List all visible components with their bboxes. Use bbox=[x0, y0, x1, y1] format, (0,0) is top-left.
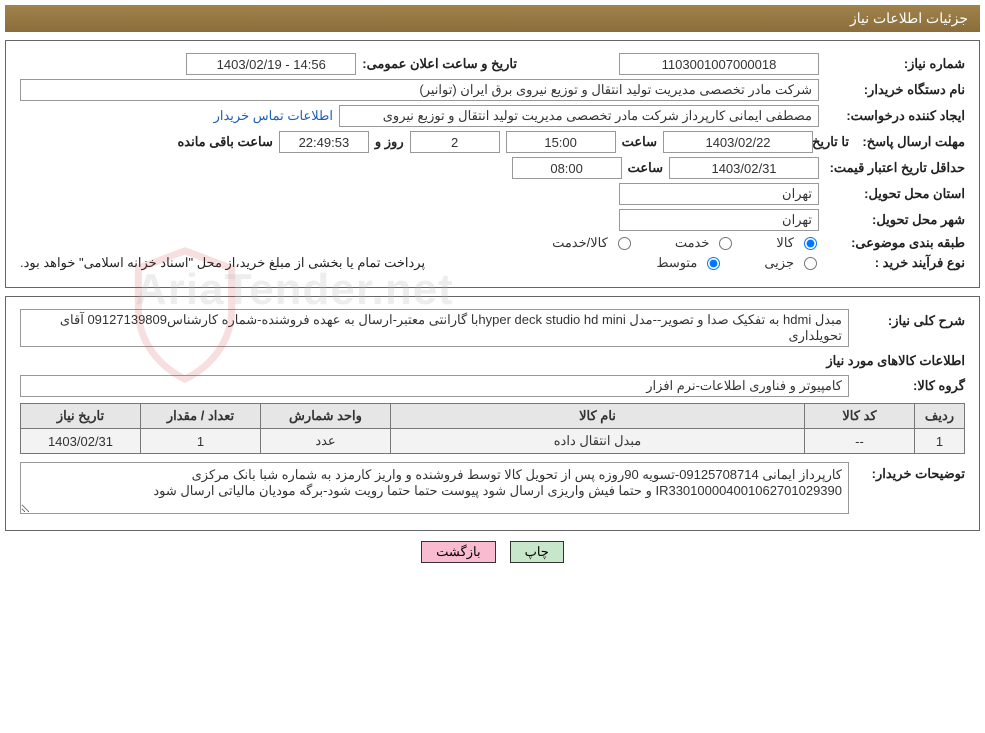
contact-link[interactable]: اطلاعات تماس خریدار bbox=[214, 108, 333, 124]
announce-label: تاریخ و ساعت اعلان عمومی: bbox=[362, 56, 517, 72]
deadline-label: مهلت ارسال پاسخ: bbox=[855, 134, 965, 150]
proc-medium-label: متوسط bbox=[656, 255, 697, 271]
buyer-desc: کارپرداز ایمانی 09125708714-تسویه 90روزه… bbox=[20, 462, 849, 514]
validity-label: حداقل تاریخ اعتبار قیمت: bbox=[825, 160, 965, 176]
payment-note: پرداخت تمام یا بخشی از مبلغ خرید،از محل … bbox=[20, 255, 425, 271]
subject: مبدل hdmi به تفکیک صدا و تصویر--مدل hype… bbox=[20, 309, 849, 347]
cell-code: -- bbox=[805, 429, 915, 454]
cell-row: 1 bbox=[915, 429, 965, 454]
cell-date: 1403/02/31 bbox=[21, 429, 141, 454]
proc-partial-radio[interactable] bbox=[804, 257, 817, 270]
group: کامپیوتر و فناوری اطلاعات-نرم افزار bbox=[20, 375, 849, 397]
validity-time: 08:00 bbox=[512, 157, 622, 179]
deadline-date: 1403/02/22 bbox=[663, 131, 813, 153]
proc-partial-label: جزیی bbox=[764, 255, 794, 271]
cell-unit: عدد bbox=[261, 429, 391, 454]
panel-header: جزئیات اطلاعات نیاز bbox=[5, 5, 980, 32]
process-label: نوع فرآیند خرید : bbox=[825, 255, 965, 271]
remaining-label: ساعت باقی مانده bbox=[177, 134, 272, 150]
cat-both-radio[interactable] bbox=[618, 237, 631, 250]
need-number: 1103001007000018 bbox=[619, 53, 819, 75]
buyer-desc-label: توضیحات خریدار: bbox=[855, 462, 965, 514]
cat-goods-radio[interactable] bbox=[804, 237, 817, 250]
need-info-panel: شماره نیاز: 1103001007000018 تاریخ و ساع… bbox=[5, 40, 980, 288]
city-label: شهر محل تحویل: bbox=[825, 212, 965, 228]
th-name: نام کالا bbox=[391, 404, 805, 429]
proc-medium-radio[interactable] bbox=[707, 257, 720, 270]
items-table: ردیف کد کالا نام کالا واحد شمارش تعداد /… bbox=[20, 403, 965, 454]
th-unit: واحد شمارش bbox=[261, 404, 391, 429]
city: تهران bbox=[619, 209, 819, 231]
th-date: تاریخ نیاز bbox=[21, 404, 141, 429]
group-label: گروه کالا: bbox=[855, 378, 965, 394]
requester-label: ایجاد کننده درخواست: bbox=[825, 108, 965, 124]
category-label: طبقه بندی موضوعی: bbox=[825, 235, 965, 251]
table-row: 1 -- مبدل انتقال داده عدد 1 1403/02/31 bbox=[21, 429, 965, 454]
province: تهران bbox=[619, 183, 819, 205]
need-detail-panel: شرح کلی نیاز: مبدل hdmi به تفکیک صدا و ت… bbox=[5, 296, 980, 531]
buyer-org-label: نام دستگاه خریدار: bbox=[825, 82, 965, 98]
button-row: چاپ بازگشت bbox=[5, 541, 980, 563]
panel-title: جزئیات اطلاعات نیاز bbox=[850, 10, 968, 26]
deadline-time: 15:00 bbox=[506, 131, 616, 153]
cat-service-label: خدمت bbox=[675, 235, 710, 251]
print-button[interactable]: چاپ bbox=[510, 541, 564, 563]
need-number-label: شماره نیاز: bbox=[825, 56, 965, 72]
hour-label-2: ساعت bbox=[628, 160, 663, 176]
validity-date: 1403/02/31 bbox=[669, 157, 819, 179]
cat-goods-label: کالا bbox=[776, 235, 794, 251]
buyer-org: شرکت مادر تخصصی مدیریت تولید انتقال و تو… bbox=[20, 79, 819, 101]
items-section-title: اطلاعات کالاهای مورد نیاز bbox=[20, 353, 965, 369]
hour-label-1: ساعت bbox=[622, 134, 657, 150]
days-label: روز و bbox=[375, 134, 404, 150]
requester: مصطفی ایمانی کارپرداز شرکت مادر تخصصی مد… bbox=[339, 105, 819, 127]
cell-name: مبدل انتقال داده bbox=[391, 429, 805, 454]
announce-value: 14:56 - 1403/02/19 bbox=[186, 53, 356, 75]
th-qty: تعداد / مقدار bbox=[141, 404, 261, 429]
back-button[interactable]: بازگشت bbox=[421, 541, 495, 563]
th-row: ردیف bbox=[915, 404, 965, 429]
subject-label: شرح کلی نیاز: bbox=[855, 309, 965, 329]
to-date-label-1: تا تاریخ: bbox=[819, 134, 849, 150]
cat-both-label: کالا/خدمت bbox=[552, 235, 608, 251]
cat-service-radio[interactable] bbox=[719, 237, 732, 250]
cell-qty: 1 bbox=[141, 429, 261, 454]
th-code: کد کالا bbox=[805, 404, 915, 429]
days-remaining: 2 bbox=[410, 131, 500, 153]
province-label: استان محل تحویل: bbox=[825, 186, 965, 202]
countdown: 22:49:53 bbox=[279, 131, 369, 153]
